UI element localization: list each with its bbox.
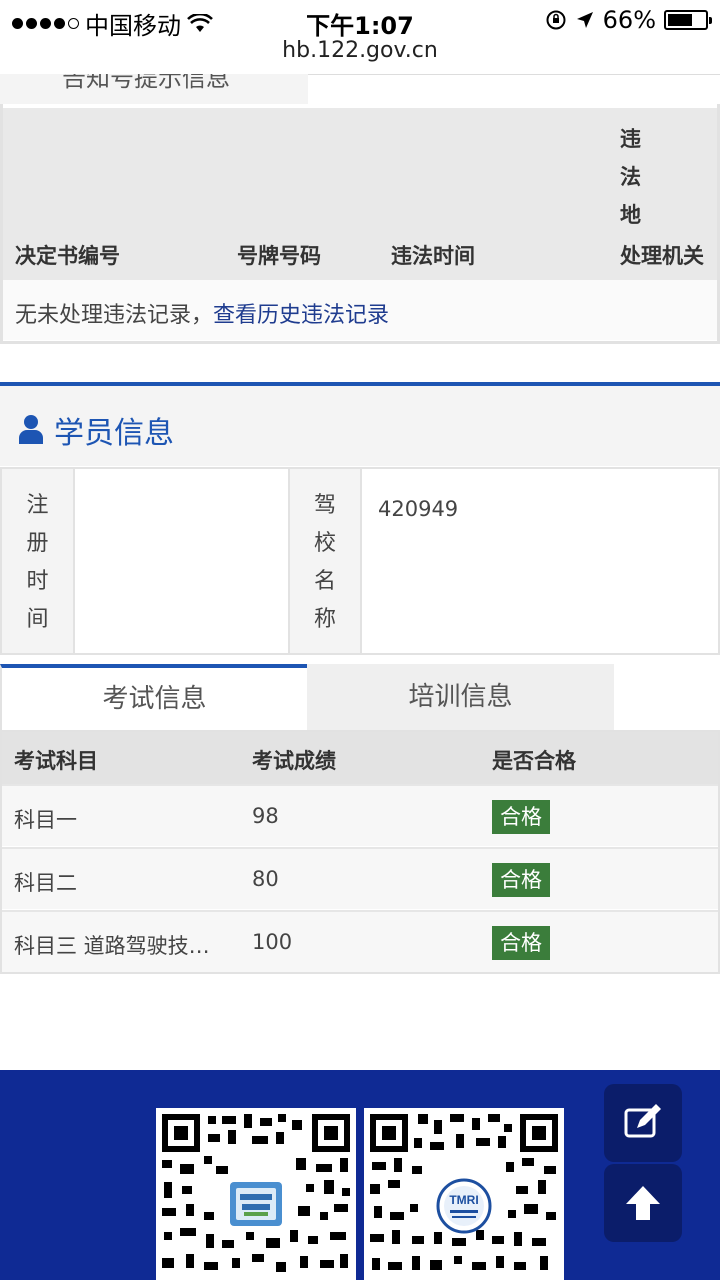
arrow-up-icon <box>626 1186 660 1220</box>
student-info-table: 注 册 时 间 驾 校 名 称 420949 <box>0 467 720 655</box>
violations-table: 决定书编号 号牌号码 违法时间 违 法 地 处理机关 无未处理违法记录，查看历史… <box>0 104 720 344</box>
tab-notice-info[interactable]: 告知号提示信息 <box>0 74 308 104</box>
col-score: 考试成绩 <box>252 749 336 773</box>
empty-message: 无未处理违法记录，查看历史违法记录 <box>15 303 390 328</box>
exam-score: 80 <box>252 867 279 891</box>
qr-code-icon: TMRI <box>370 1114 558 1270</box>
rotation-lock-icon <box>546 10 566 30</box>
tmri-logo-text: TMRI <box>449 1193 478 1207</box>
section-title: 学员信息 <box>54 416 174 451</box>
col-decision-no: 决定书编号 <box>15 244 120 268</box>
back-to-top-button[interactable] <box>604 1164 682 1242</box>
col-violation-place: 违 法 地 <box>620 127 641 227</box>
exam-subject: 科目三 道路驾驶技… <box>14 934 210 958</box>
value-driving-school: 420949 <box>378 497 459 521</box>
student-info-header: 学员信息 <box>0 382 720 466</box>
exam-subject: 科目一 <box>14 808 77 832</box>
exam-table-header: 考试科目 考试成绩 是否合格 <box>2 732 718 784</box>
info-tabs: 考试信息 培训信息 <box>0 664 720 730</box>
status-bar: 中国移动 下午1:07 66% <box>0 0 720 40</box>
status-badge: 合格 <box>492 926 550 960</box>
col-plate-no: 号牌号码 <box>237 244 321 268</box>
col-subject: 考试科目 <box>14 749 98 773</box>
qr-code-icon <box>162 1114 350 1272</box>
col-passed: 是否合格 <box>492 749 576 773</box>
status-badge: 合格 <box>492 863 550 897</box>
tab-notice-label: 告知号提示信息 <box>62 74 230 92</box>
col-violation-time: 违法时间 <box>391 244 475 268</box>
user-icon <box>19 415 43 444</box>
tab-training-info[interactable]: 培训信息 <box>307 664 614 730</box>
table-row: 科目一 98 合格 <box>2 784 718 846</box>
exam-subject: 科目二 <box>14 871 77 895</box>
tab-exam-info[interactable]: 考试信息 <box>0 664 307 730</box>
edit-icon <box>624 1104 661 1138</box>
table-row: 科目二 80 合格 <box>2 847 718 909</box>
table-row: 科目三 道路驾驶技… 100 合格 <box>2 910 718 972</box>
url-bar[interactable]: hb.122.gov.cn <box>0 38 720 63</box>
value-register-time <box>75 469 290 653</box>
qr-code-traffic-safety[interactable] <box>156 1108 356 1280</box>
battery-percent: 66% <box>602 6 656 34</box>
battery-fill <box>668 14 692 26</box>
exam-score: 98 <box>252 804 279 828</box>
col-authority: 处理机关 <box>620 240 704 270</box>
location-icon <box>576 12 593 28</box>
history-violations-link[interactable]: 查看历史违法记录 <box>213 303 389 328</box>
feedback-button[interactable] <box>604 1084 682 1162</box>
status-badge: 合格 <box>492 800 550 834</box>
violations-empty-row: 无未处理违法记录，查看历史违法记录 <box>3 280 717 340</box>
status-right: 66% <box>545 6 712 34</box>
battery-icon <box>664 10 712 30</box>
violations-header: 决定书编号 号牌号码 违法时间 违 法 地 处理机关 <box>3 108 717 280</box>
qr-code-tmri[interactable]: TMRI <box>364 1108 564 1280</box>
label-register-time: 注 册 时 间 <box>2 469 75 653</box>
footer: TMRI <box>0 1070 720 1280</box>
exam-score: 100 <box>252 930 293 954</box>
label-driving-school: 驾 校 名 称 <box>290 469 362 653</box>
exam-table: 考试科目 考试成绩 是否合格 科目一 98 合格 科目二 80 合格 科目三 道… <box>0 730 720 974</box>
